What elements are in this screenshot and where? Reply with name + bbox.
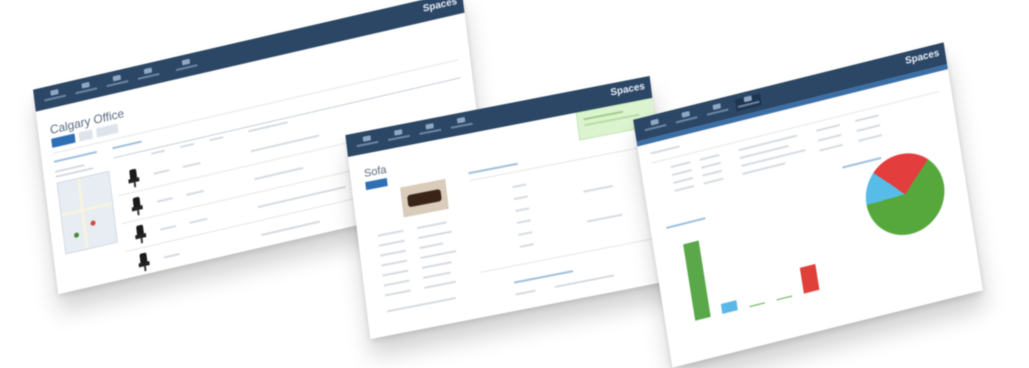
table-cell (855, 114, 879, 123)
table-cell (817, 133, 842, 142)
field-value (420, 250, 457, 259)
sofa-photo (400, 178, 449, 218)
table-cell (670, 161, 691, 169)
brand-logo: Spaces (904, 47, 941, 68)
field-label (515, 289, 536, 296)
nav-item[interactable] (73, 80, 100, 98)
nav-item[interactable] (354, 134, 381, 151)
nav-item[interactable] (41, 87, 68, 105)
field-label (383, 279, 410, 287)
table-cell (261, 220, 320, 237)
table-cell (160, 225, 177, 231)
history-entry (513, 195, 528, 201)
screenshot-dashboard: Spaces (633, 42, 983, 368)
location-map[interactable] (56, 170, 118, 255)
table-cell (671, 169, 692, 176)
brand-logo: Spaces (422, 0, 458, 15)
field-value (423, 271, 451, 279)
chart-header (842, 156, 882, 169)
column-header (151, 149, 165, 155)
top-nav-bar: Spaces (633, 42, 948, 142)
field-label (377, 229, 404, 237)
table-cell (673, 177, 693, 184)
field-value (419, 242, 444, 250)
nav-item[interactable] (642, 117, 669, 135)
report-label (650, 145, 680, 155)
table-cell (186, 189, 204, 196)
field-label (382, 269, 409, 277)
nav-item[interactable] (385, 127, 412, 144)
field-value (421, 261, 452, 269)
table-cell (182, 161, 201, 168)
nav-item[interactable] (135, 65, 162, 83)
field-value (424, 280, 456, 289)
table-cell (738, 134, 798, 152)
field-label (380, 249, 406, 257)
field-value (386, 297, 456, 313)
secondary-button[interactable] (78, 129, 94, 142)
history-entry (516, 219, 531, 224)
nav-item[interactable] (417, 121, 444, 138)
bar-2 (749, 302, 766, 308)
table-cell (702, 169, 723, 177)
table-cell (819, 143, 843, 152)
nav-item[interactable] (673, 109, 700, 127)
table-cell (163, 252, 180, 259)
table-cell (156, 197, 173, 203)
nav-item[interactable] (448, 115, 475, 132)
history-entry (512, 183, 527, 189)
column-header (248, 121, 288, 133)
nav-item[interactable] (166, 55, 206, 76)
bar-3 (776, 295, 793, 301)
nav-item-active[interactable] (734, 93, 762, 112)
edit-button[interactable] (365, 177, 388, 191)
divider (469, 146, 645, 182)
field-value (416, 221, 447, 230)
table-cell (816, 123, 840, 132)
table-cell (699, 153, 720, 161)
history-entry (586, 213, 623, 223)
column-header (209, 136, 224, 142)
history-entry (518, 231, 533, 236)
bar-4 (799, 264, 820, 294)
history-entry (519, 243, 534, 248)
table-cell (858, 134, 882, 142)
field-label (381, 259, 408, 267)
chair-thumbnail (137, 252, 151, 273)
nav-item[interactable] (704, 101, 731, 119)
table-cell (153, 169, 170, 175)
column-header (180, 142, 195, 149)
field-value (554, 274, 614, 288)
chair-thumbnail (127, 168, 141, 189)
table-cell (254, 166, 304, 181)
bar-0 (683, 240, 711, 321)
table-cell (701, 161, 721, 169)
section-header (112, 140, 142, 150)
table-cell (250, 134, 320, 153)
bar-1 (720, 299, 738, 314)
chair-thumbnail (134, 224, 148, 245)
report-header-bar (636, 64, 948, 147)
chair-thumbnail (131, 196, 145, 217)
chart-header (666, 217, 706, 229)
map-pin-icon (90, 220, 96, 227)
field-label (378, 239, 405, 247)
section-header (514, 270, 574, 284)
table-cell (703, 177, 724, 185)
table-cell (189, 217, 208, 224)
divider (480, 237, 656, 273)
field-label (384, 289, 411, 297)
nav-item[interactable] (104, 73, 131, 91)
brand-logo: Spaces (609, 81, 646, 99)
table-cell (856, 124, 881, 132)
field-value (418, 230, 452, 240)
section-header (53, 150, 97, 163)
table-cell (674, 185, 695, 192)
history-entry (583, 184, 614, 193)
map-pin-icon (73, 232, 80, 239)
top-nav-bar: Spaces (33, 0, 465, 112)
history-entry (515, 207, 530, 213)
